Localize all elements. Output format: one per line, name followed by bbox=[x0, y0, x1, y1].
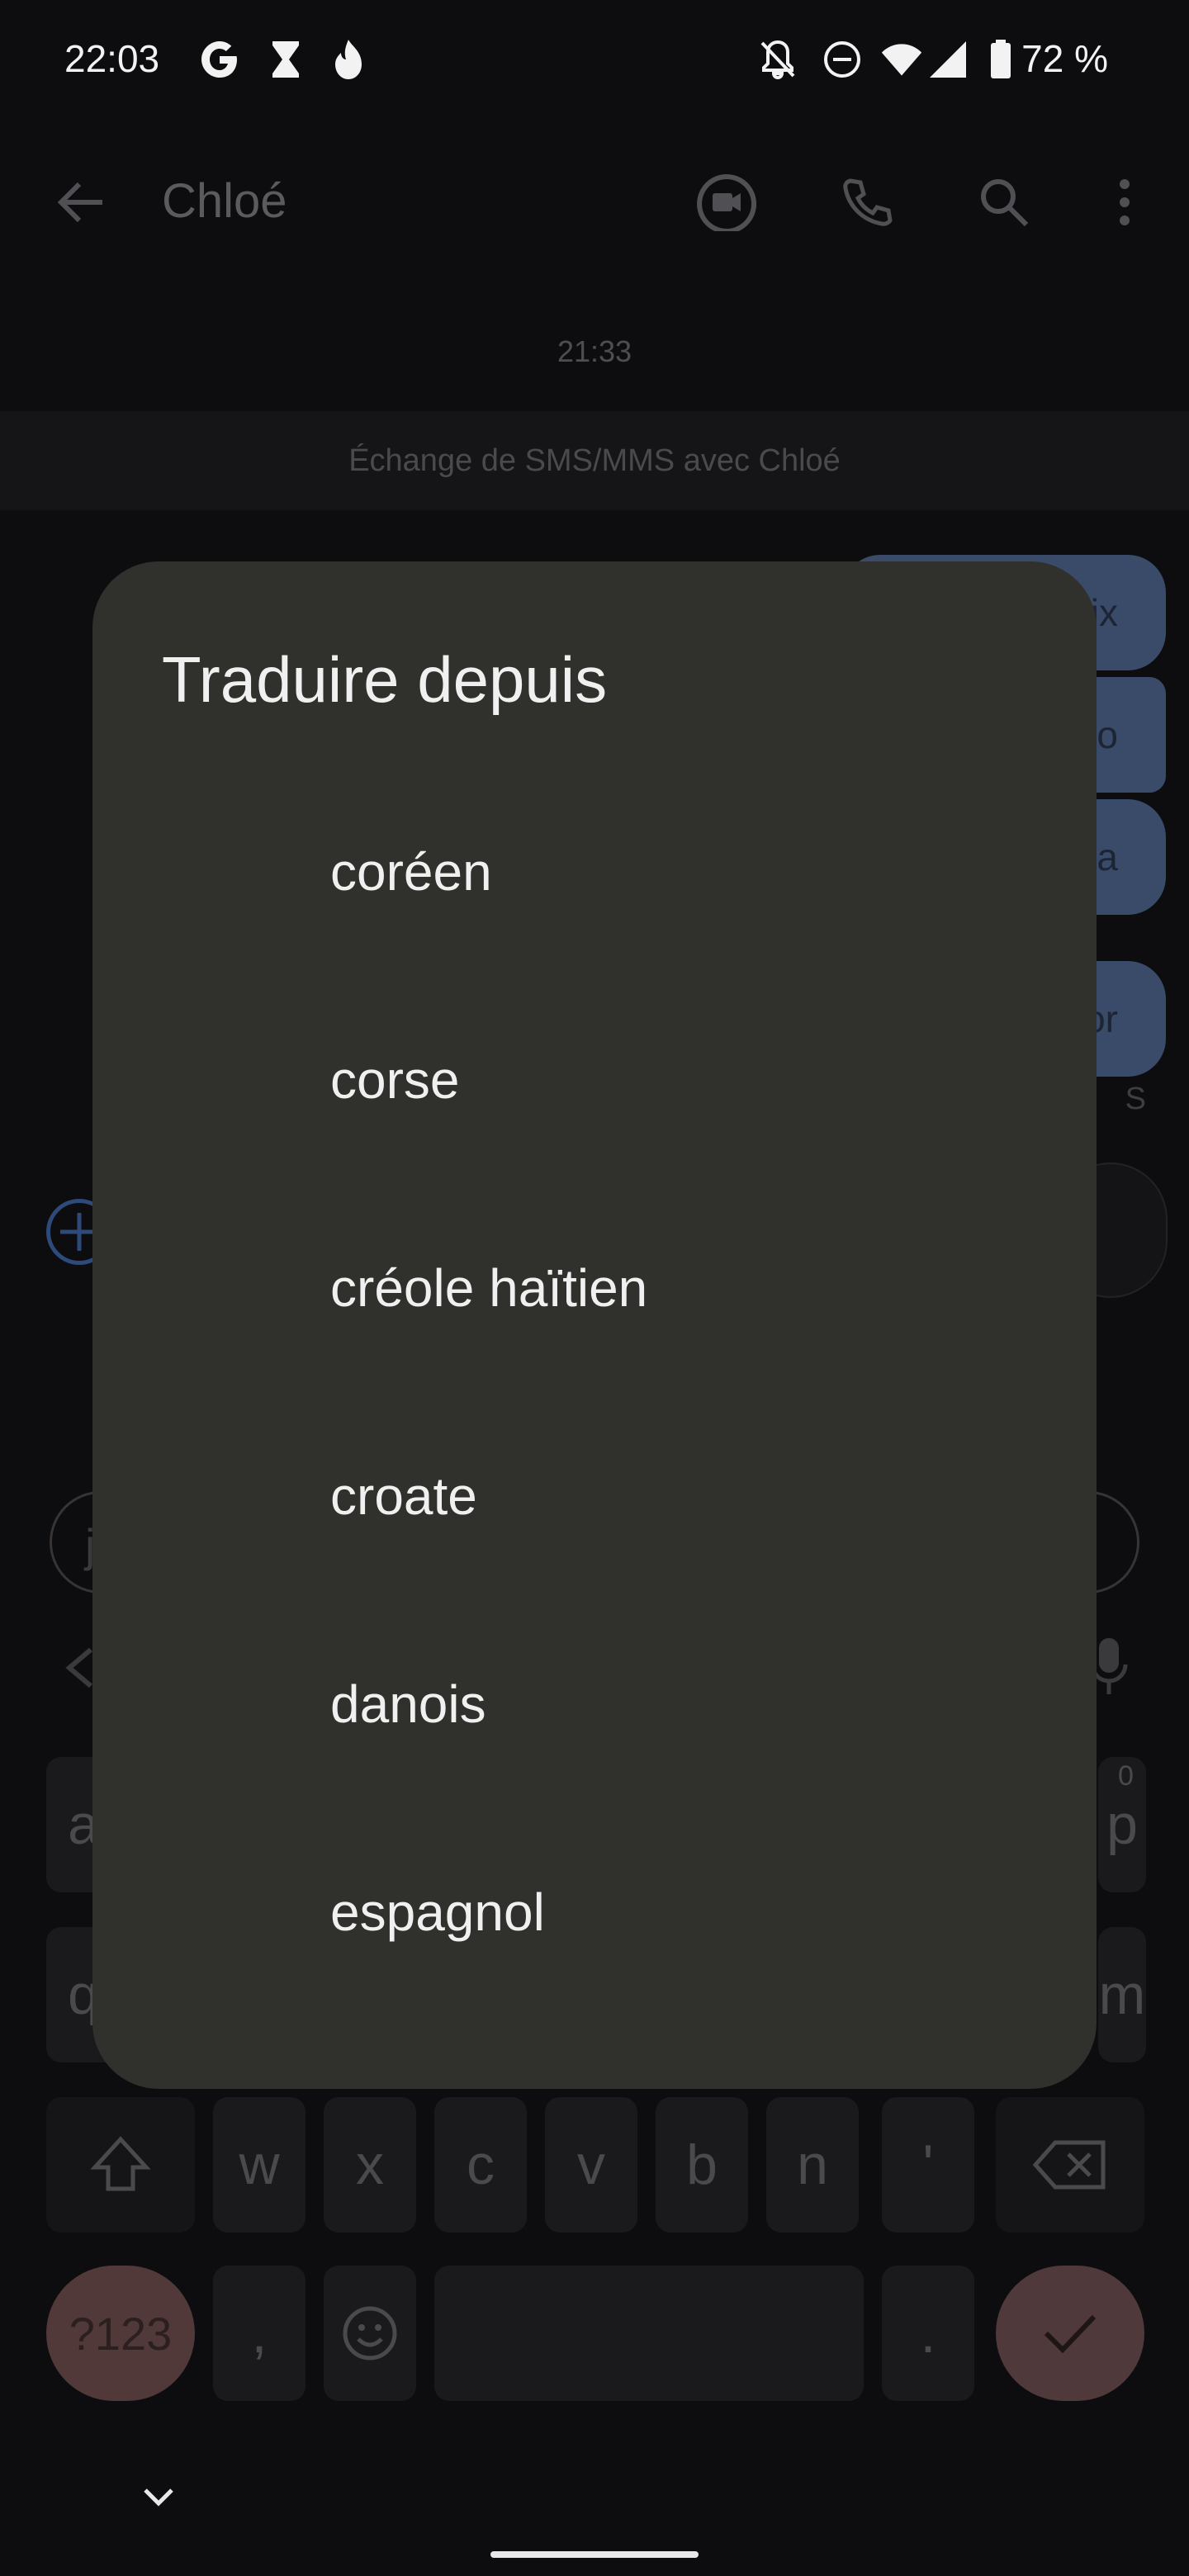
conversation-toolbar: Chloé bbox=[0, 124, 1189, 281]
signal-icon bbox=[926, 38, 969, 81]
message-timestamp: 21:33 bbox=[557, 334, 632, 368]
emoji-key[interactable] bbox=[324, 2266, 416, 2401]
sms-mms-banner: Échange de SMS/MMS avec Chloé bbox=[0, 411, 1189, 510]
symbols-key[interactable]: ?123 bbox=[46, 2266, 195, 2401]
status-bar: 22:03 72 % bbox=[0, 0, 1189, 124]
backspace-icon bbox=[1032, 2140, 1106, 2190]
hide-keyboard-button[interactable] bbox=[142, 2485, 192, 2535]
key-apostrophe[interactable]: ' bbox=[882, 2097, 974, 2233]
phone-call-button[interactable] bbox=[826, 161, 908, 244]
backspace-key[interactable] bbox=[996, 2097, 1144, 2233]
back-button[interactable] bbox=[40, 161, 122, 244]
message-status: S bbox=[1125, 1082, 1146, 1116]
battery-icon bbox=[979, 38, 1022, 81]
check-icon bbox=[1044, 2314, 1097, 2354]
translate-from-dialog: Traduire depuis coréen corse créole haït… bbox=[92, 561, 1097, 2089]
language-option-danois[interactable]: danois bbox=[92, 1600, 1097, 1808]
chevron-down-icon bbox=[144, 2488, 173, 2507]
language-option-croate[interactable]: croate bbox=[92, 1392, 1097, 1600]
do-not-disturb-icon bbox=[821, 38, 864, 81]
language-option-creole-haitien[interactable]: créole haïtien bbox=[92, 1184, 1097, 1392]
hourglass-icon bbox=[264, 38, 307, 81]
video-call-button[interactable] bbox=[685, 161, 768, 244]
key-p-number-hint: 0 bbox=[1118, 1760, 1134, 1792]
enter-key[interactable] bbox=[996, 2266, 1144, 2401]
status-time: 22:03 bbox=[64, 37, 160, 80]
key-b[interactable]: b bbox=[656, 2097, 748, 2233]
search-button[interactable] bbox=[963, 161, 1045, 244]
duo-video-icon bbox=[697, 174, 757, 231]
key-x[interactable]: x bbox=[324, 2097, 416, 2233]
more-options-button[interactable] bbox=[1083, 161, 1166, 244]
period-key[interactable]: . bbox=[882, 2266, 974, 2401]
more-vert-icon bbox=[1120, 179, 1130, 225]
gesture-home-bar[interactable] bbox=[490, 2551, 699, 2558]
flame-icon bbox=[327, 38, 370, 81]
contact-name[interactable]: Chloé bbox=[162, 173, 287, 229]
emoji-icon bbox=[343, 2306, 397, 2361]
bell-off-icon bbox=[756, 38, 799, 81]
phone-icon bbox=[843, 178, 893, 226]
key-v[interactable]: v bbox=[545, 2097, 637, 2233]
google-icon bbox=[198, 38, 241, 81]
key-m[interactable]: m bbox=[1098, 1927, 1146, 2062]
key-c[interactable]: c bbox=[434, 2097, 527, 2233]
space-key[interactable] bbox=[434, 2266, 864, 2401]
language-option-espagnol[interactable]: espagnol bbox=[92, 1808, 1097, 2016]
search-icon bbox=[981, 179, 1029, 227]
language-option-coreen[interactable]: coréen bbox=[92, 768, 1097, 976]
language-option-corse[interactable]: corse bbox=[92, 976, 1097, 1184]
comma-key[interactable]: , bbox=[213, 2266, 306, 2401]
dialog-title: Traduire depuis bbox=[162, 643, 608, 716]
shift-icon bbox=[90, 2136, 151, 2191]
key-w[interactable]: w bbox=[213, 2097, 306, 2233]
battery-percentage: 72 % bbox=[1021, 37, 1108, 80]
wifi-icon bbox=[880, 38, 923, 81]
shift-key[interactable] bbox=[46, 2097, 195, 2233]
arrow-left-icon bbox=[57, 182, 102, 223]
key-n[interactable]: n bbox=[766, 2097, 859, 2233]
